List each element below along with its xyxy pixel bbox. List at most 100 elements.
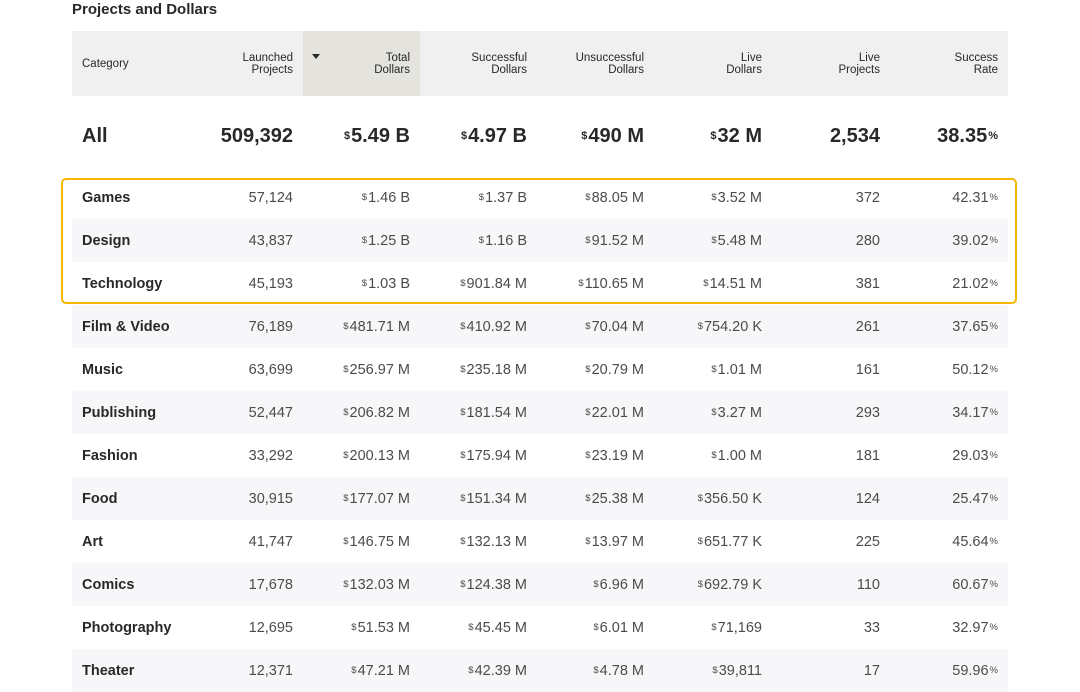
row-success-rate: 34.17% [952,404,998,421]
row-live-dollars: $5.48 M [711,232,762,249]
all-total: $5.49 B [343,124,410,147]
row-success-rate: 29.03% [952,447,998,464]
row-total-dollars: $177.07 M [343,490,410,507]
row-live-projects: 161 [855,361,880,378]
table-row[interactable]: Food 30,915 $177.07 M $151.34 M $25.38 M $356… [72,477,1008,520]
header-live-projects[interactable]: Live Projects [772,31,880,96]
row-unsuccessful-dollars: $25.38 M [585,490,644,507]
table-row[interactable]: Fashion 33,292 $200.13 M $175.94 M $23.19 M $… [72,434,1008,477]
header-live-dollars[interactable]: Live Dollars [654,31,762,96]
row-unsuccessful-dollars: $4.78 M [593,662,644,679]
table-row[interactable]: Photography 12,695 $51.53 M $45.45 M $6.01 M… [72,606,1008,649]
row-unsuccessful-dollars: $22.01 M [585,404,644,421]
row-launched-projects: 41,747 [248,533,293,550]
row-total-dollars: $256.97 M [343,361,410,378]
row-total-dollars: $206.82 M [343,404,410,421]
row-success-rate: 25.47% [952,490,998,507]
row-launched-projects: 52,447 [248,404,293,421]
table-row[interactable]: Comics 17,678 $132.03 M $124.38 M $6.96 M $69… [72,563,1008,606]
all-successful: $4.97 B [460,124,527,147]
section-title: Projects and Dollars [72,1,218,18]
row-total-dollars: $1.25 B [361,232,410,249]
table-row[interactable]: Publishing 52,447 $206.82 M $181.54 M $22.01… [72,391,1008,434]
row-live-dollars: $651.77 K [697,533,762,550]
all-live-dollars: $32 M [710,124,762,147]
row-unsuccessful-dollars: $70.04 M [585,318,644,335]
table-row[interactable]: Music 63,699 $256.97 M $235.18 M $20.79 M $1.… [72,348,1008,391]
row-launched-projects: 12,371 [248,662,293,679]
row-unsuccessful-dollars: $13.97 M [585,533,644,550]
row-unsuccessful-dollars: $6.96 M [593,576,644,593]
row-live-projects: 372 [855,189,880,206]
row-total-dollars: $146.75 M [343,533,410,550]
all-launched: 509,392 [220,124,293,147]
row-total-dollars: $51.53 M [351,619,410,636]
row-live-projects: 33 [863,619,880,636]
row-success-rate: 32.97% [952,619,998,636]
table-row[interactable]: Theater 12,371 $47.21 M $42.39 M $4.78 M $39,… [72,649,1008,692]
row-launched-projects: 12,695 [248,619,293,636]
row-live-dollars: $39,811 [712,662,762,679]
row-live-dollars: $14.51 M [703,275,762,292]
all-live-projects: 2,534 [829,124,880,147]
row-total-dollars: $481.71 M [343,318,410,335]
row-live-projects: 110 [856,576,880,593]
row-unsuccessful-dollars: $110.65 M [578,275,644,292]
row-success-rate: 21.02% [952,275,998,292]
row-live-projects: 124 [855,490,880,507]
table-row[interactable]: Technology 45,193 $1.03 B $901.84 M $110.65 … [72,262,1008,305]
projects-dollars-table: Category Launched Projects Total Dollars S… [72,31,1008,692]
row-total-dollars: $47.21 M [351,662,410,679]
row-successful-dollars: $132.13 M [460,533,527,550]
row-success-rate: 45.64% [952,533,998,550]
row-launched-projects: 43,837 [248,232,293,249]
row-live-projects: 261 [855,318,880,335]
row-live-dollars: $692.79 K [697,576,762,593]
row-unsuccessful-dollars: $91.52 M [585,232,644,249]
row-total-dollars: $200.13 M [343,447,410,464]
all-unsuccessful: $490 M [581,124,644,147]
row-launched-projects: 45,193 [248,275,293,292]
header-successful-dollars[interactable]: Successful Dollars [420,31,527,96]
row-total-dollars: $1.03 B [361,275,410,292]
row-successful-dollars: $410.92 M [460,318,527,335]
row-successful-dollars: $42.39 M [468,662,527,679]
category-rows: Games 57,124 $1.46 B $1.37 B $88.05 M $3.52 M… [72,176,1008,692]
row-launched-projects: 76,189 [248,318,293,335]
row-live-dollars: $356.50 K [697,490,762,507]
row-live-dollars: $1.01 M [711,361,762,378]
row-launched-projects: 30,915 [248,490,293,507]
row-live-dollars: $1.00 M [711,447,762,464]
row-success-rate: 60.67% [952,576,998,593]
row-launched-projects: 57,124 [248,189,293,206]
row-unsuccessful-dollars: $20.79 M [585,361,644,378]
table-row[interactable]: Film & Video 76,189 $481.71 M $410.92 M $70.… [72,305,1008,348]
header-launched-projects[interactable]: Launched Projects [212,31,293,96]
row-success-rate: 39.02% [952,232,998,249]
header-total-dollars[interactable]: Total Dollars [303,31,410,96]
row-launched-projects: 63,699 [248,361,293,378]
header-success-rate[interactable]: Success Rate [890,31,998,96]
table-row[interactable]: Art 41,747 $146.75 M $132.13 M $13.97 M $651.… [72,520,1008,563]
row-live-projects: 225 [855,533,880,550]
row-unsuccessful-dollars: $6.01 M [593,619,644,636]
row-total-dollars: $1.46 B [361,189,410,206]
row-success-rate: 59.96% [952,662,998,679]
row-live-dollars: $3.27 M [711,404,762,421]
row-successful-dollars: $124.38 M [460,576,527,593]
row-live-dollars: $754.20 K [697,318,762,335]
table-row[interactable]: Design 43,837 $1.25 B $1.16 B $91.52 M $5.48 … [72,219,1008,262]
row-successful-dollars: $175.94 M [460,447,527,464]
row-live-projects: 381 [855,275,880,292]
all-success-rate: 38.35% [937,124,998,147]
table-row[interactable]: Games 57,124 $1.46 B $1.37 B $88.05 M $3.52 M… [72,176,1008,219]
row-successful-dollars: $181.54 M [460,404,527,421]
row-successful-dollars: $235.18 M [460,361,527,378]
row-unsuccessful-dollars: $23.19 M [585,447,644,464]
row-live-projects: 293 [855,404,880,421]
header-unsuccessful-dollars[interactable]: Unsuccessful Dollars [537,31,644,96]
row-live-dollars: $3.52 M [711,189,762,206]
row-successful-dollars: $45.45 M [468,619,527,636]
row-unsuccessful-dollars: $88.05 M [585,189,644,206]
row-successful-dollars: $1.16 B [478,232,527,249]
